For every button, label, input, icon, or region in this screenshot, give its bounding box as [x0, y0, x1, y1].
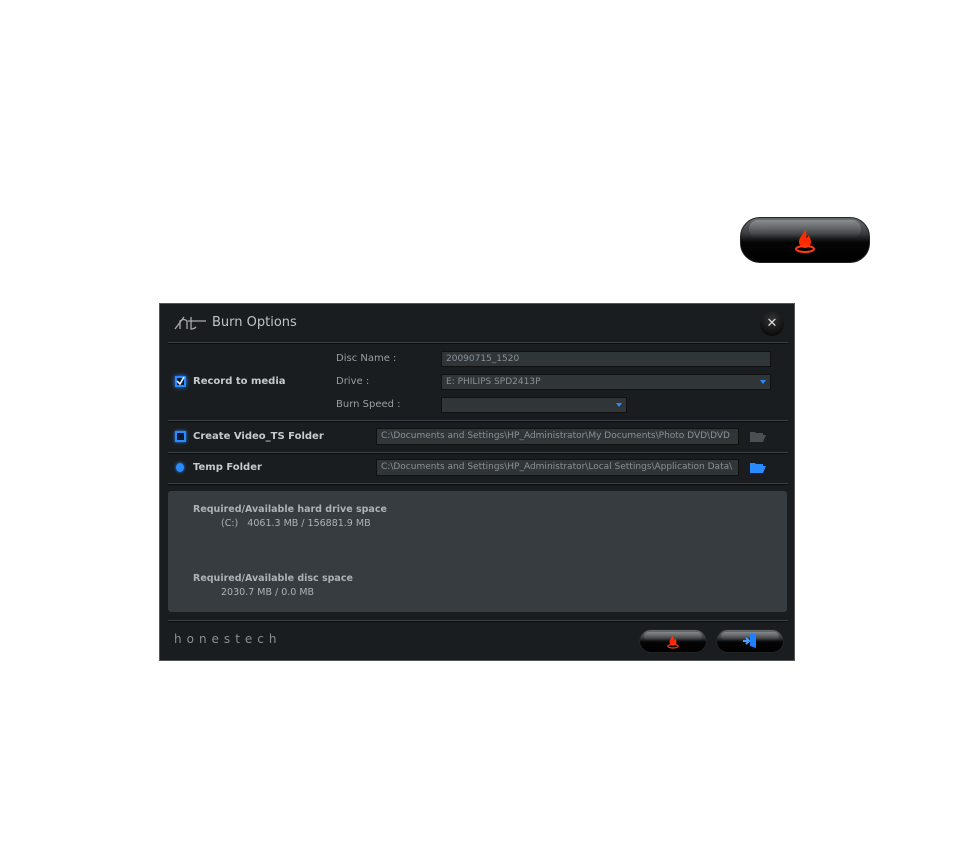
temp-folder-path-input[interactable]: C:\Documents and Settings\HP_Administrat… [376, 459, 739, 476]
burn-speed-select[interactable] [441, 397, 627, 413]
create-video-ts-checkbox[interactable] [175, 431, 186, 442]
burn-button[interactable] [639, 629, 707, 653]
burn-button-top[interactable] [740, 217, 870, 263]
exit-button[interactable] [716, 629, 784, 653]
drive-label: Drive : [336, 376, 370, 387]
honestech-logo [174, 316, 206, 330]
temp-folder-label: Temp Folder [193, 462, 262, 473]
create-video-ts-label: Create Video_TS Folder [193, 431, 324, 442]
dialog-title: Burn Options [212, 315, 297, 330]
drive-value: E: PHILIPS SPD2413P [446, 377, 541, 387]
space-info-panel: Required/Available hard drive space (C:)… [168, 491, 787, 612]
record-to-media-checkbox[interactable] [175, 376, 186, 387]
folder-open-icon[interactable] [750, 431, 766, 442]
record-to-media-label: Record to media [193, 376, 286, 387]
flame-icon [667, 634, 679, 649]
chevron-down-icon [760, 380, 766, 384]
video-ts-path-input[interactable]: C:\Documents and Settings\HP_Administrat… [376, 428, 739, 445]
hd-space-value: (C:) 4061.3 MB / 156881.9 MB [221, 518, 371, 529]
brand-label: honestech [174, 632, 282, 646]
close-icon: ✕ [766, 316, 778, 331]
disc-name-input[interactable]: 20090715_1520 [441, 351, 771, 367]
folder-open-icon[interactable] [750, 462, 766, 473]
exit-door-icon [743, 634, 756, 648]
burn-speed-label: Burn Speed : [336, 399, 401, 410]
disc-space-title: Required/Available disc space [193, 573, 353, 584]
disc-name-label: Disc Name : [336, 353, 397, 364]
flame-icon [795, 228, 815, 253]
checkmark-icon [176, 377, 185, 386]
temp-folder-indicator [176, 463, 184, 472]
hd-space-title: Required/Available hard drive space [193, 504, 387, 515]
burn-options-dialog: Burn Options ✕ Record to media Disc Name… [159, 303, 795, 661]
chevron-down-icon [616, 403, 622, 407]
close-button[interactable]: ✕ [760, 312, 784, 336]
disc-space-value: 2030.7 MB / 0.0 MB [221, 587, 315, 598]
drive-select[interactable]: E: PHILIPS SPD2413P [441, 374, 771, 390]
